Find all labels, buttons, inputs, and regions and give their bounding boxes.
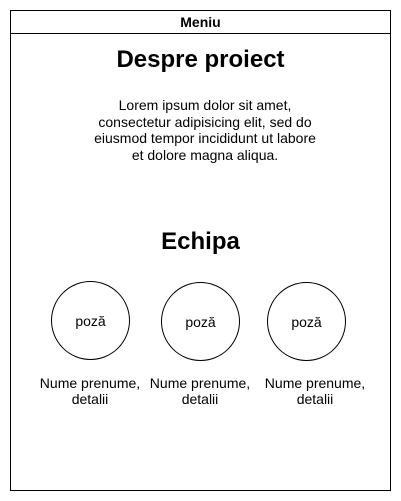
- member-name: Nume prenume,: [39, 375, 141, 391]
- member-details: detalii: [296, 391, 334, 407]
- menu-label[interactable]: Meniu: [180, 14, 220, 30]
- about-text: Lorem ipsum dolor sit amet, consectetur …: [94, 97, 316, 163]
- member-photo: poză: [267, 282, 346, 361]
- menu-bar[interactable]: Meniu: [11, 11, 390, 34]
- member-caption: Nume prenume, detalii: [30, 375, 150, 407]
- member-details: detalii: [181, 391, 219, 407]
- page-frame: Meniu Despre proiect Lorem ipsum dolor s…: [10, 10, 391, 491]
- member-photo-label: poză: [75, 312, 106, 329]
- member-photo: poză: [161, 282, 240, 361]
- about-title: Despre proiect: [116, 46, 285, 73]
- member-name: Nume prenume,: [264, 375, 366, 391]
- team-title: Echipa: [161, 228, 240, 255]
- member-caption: Nume prenume, detalii: [140, 375, 260, 407]
- member-name: Nume prenume,: [149, 375, 251, 391]
- member-photo-label: poză: [291, 313, 322, 330]
- member-photo-label: poză: [185, 313, 216, 330]
- member-caption: Nume prenume, detalii: [255, 375, 375, 407]
- member-photo: poză: [51, 281, 130, 360]
- member-details: detalii: [71, 391, 109, 407]
